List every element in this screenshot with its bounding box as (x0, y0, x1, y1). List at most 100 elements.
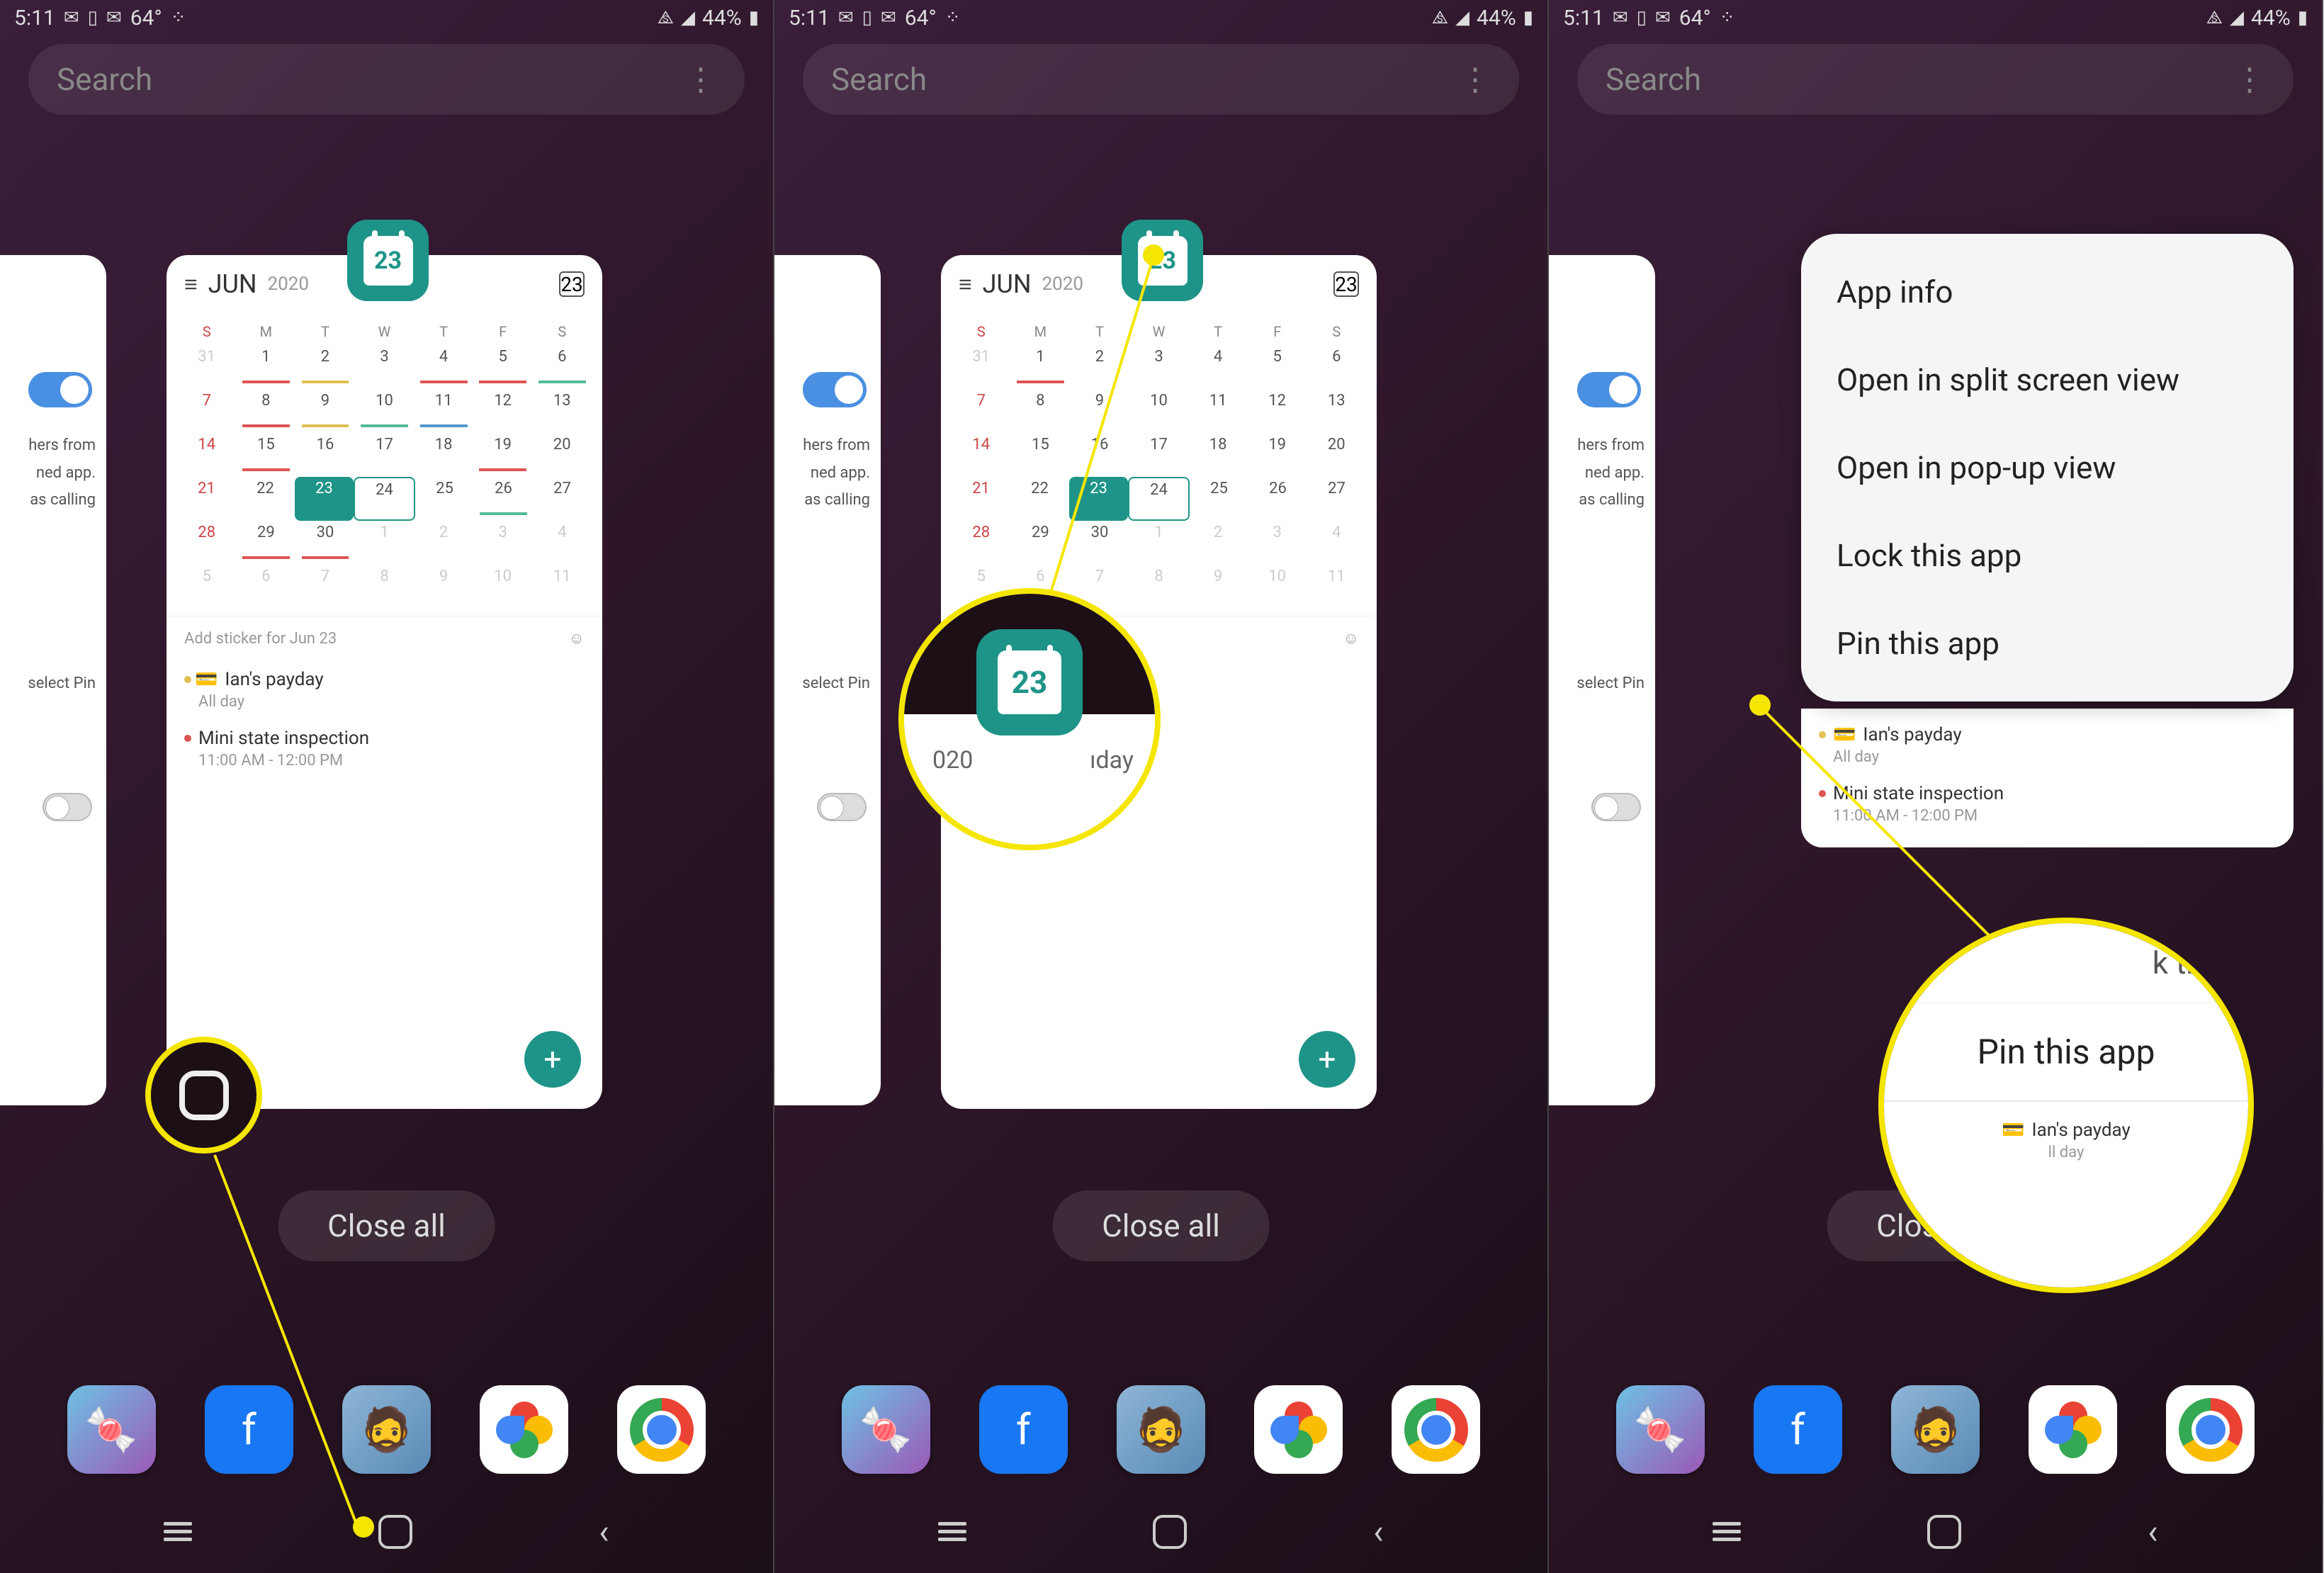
today-icon[interactable]: 23 (559, 271, 585, 297)
cal-cell-today[interactable]: 23 (295, 477, 354, 521)
sticker-hint[interactable]: Add sticker for Jun 23☺ (941, 616, 1377, 660)
more-options-icon[interactable]: ⋮ (685, 61, 716, 98)
nav-home-button[interactable] (378, 1515, 412, 1549)
close-all-button[interactable]: Close all (278, 1190, 495, 1261)
cal-cell[interactable]: 7 (177, 389, 237, 433)
cal-cell[interactable]: 7 (295, 565, 355, 609)
menu-popup-view[interactable]: Open in pop-up view (1801, 424, 2294, 512)
dock-app-photos[interactable] (480, 1385, 568, 1474)
close-all-button[interactable]: Close all (1827, 1190, 2044, 1261)
calendar-recent-card[interactable]: ≡ JUN 2020 23 S M T W T F S 31123456 789… (941, 255, 1377, 1109)
cal-cell[interactable]: 31 (177, 345, 237, 389)
calendar-card-peek[interactable]: 💳Ian's payday All day Mini state inspect… (1801, 709, 2294, 847)
menu-app-info[interactable]: App info (1801, 248, 2294, 336)
calendar-recent-card[interactable]: ≡ JUN 2020 23 S M T W T F S 31 1 2 (167, 255, 602, 1109)
cal-cell[interactable]: 18 (414, 433, 473, 477)
dock-app-game2[interactable]: 🧔 (1891, 1385, 1980, 1474)
dock-app-chrome[interactable] (617, 1385, 706, 1474)
event-item[interactable]: Mini state inspection 11:00 AM - 12:00 P… (941, 719, 1377, 778)
cal-cell[interactable]: 8 (237, 389, 296, 433)
dock-app-game[interactable]: 🍬 (842, 1385, 930, 1474)
cal-cell[interactable]: 3 (473, 521, 533, 565)
event-item[interactable]: 💳Ian's payday All day (167, 660, 602, 719)
menu-split-screen[interactable]: Open in split screen view (1801, 336, 2294, 424)
nav-home-button[interactable] (1927, 1515, 1961, 1549)
calendar-app-icon[interactable]: 23 (347, 220, 429, 301)
recents-carousel[interactable]: hers from ned app. as calling select Pin… (774, 220, 1547, 1162)
cal-cell[interactable]: 5 (177, 565, 237, 609)
dock-app-game[interactable]: 🍬 (1616, 1385, 1705, 1474)
cal-cell[interactable]: 5 (473, 345, 533, 389)
cal-cell[interactable]: 4 (532, 521, 592, 565)
event-item[interactable]: Mini state inspection 11:00 AM - 12:00 P… (167, 719, 602, 778)
nav-recents-button[interactable] (1713, 1522, 1741, 1541)
cal-cell[interactable]: 25 (415, 477, 474, 521)
cal-cell[interactable]: 13 (532, 389, 592, 433)
cal-cell[interactable]: 6 (237, 565, 296, 609)
nav-back-button[interactable]: ‹ (1373, 1511, 1383, 1552)
cal-cell[interactable]: 24 (354, 477, 415, 521)
cal-cell[interactable]: 29 (237, 521, 296, 565)
cal-cell[interactable]: 1 (237, 345, 296, 389)
event-item[interactable]: 💳Ian's payday All day (941, 660, 1377, 719)
dock-app-photos[interactable] (2029, 1385, 2117, 1474)
today-icon[interactable]: 23 (1333, 271, 1359, 297)
cal-cell[interactable]: 12 (473, 389, 533, 433)
hamburger-icon[interactable]: ≡ (184, 271, 198, 298)
cal-cell[interactable]: 9 (295, 389, 355, 433)
cal-cell[interactable]: 28 (177, 521, 237, 565)
dock-app-facebook[interactable]: f (979, 1385, 1068, 1474)
toggle-on[interactable] (28, 372, 92, 407)
dock-app-photos[interactable] (1254, 1385, 1343, 1474)
toggle-on[interactable] (803, 372, 867, 407)
cal-cell[interactable]: 4 (414, 345, 473, 389)
add-event-fab[interactable]: + (524, 1031, 581, 1088)
dock-app-game2[interactable]: 🧔 (342, 1385, 431, 1474)
dock-app-facebook[interactable]: f (205, 1385, 293, 1474)
peek-card-settings[interactable]: hers from ned app. as calling select Pin (774, 255, 881, 1105)
cal-cell[interactable]: 10 (473, 565, 533, 609)
more-options-icon[interactable]: ⋮ (1460, 61, 1491, 98)
peek-card-settings[interactable]: hers from ned app. as calling select Pin (0, 255, 106, 1105)
peek-card-settings[interactable]: hers from ned app. as calling select Pin (1549, 255, 1655, 1105)
hamburger-icon[interactable]: ≡ (959, 271, 972, 298)
recents-search[interactable]: Search ⋮ (28, 44, 745, 115)
cal-cell[interactable]: 16 (295, 433, 355, 477)
nav-back-button[interactable]: ‹ (2148, 1511, 2157, 1552)
cal-cell[interactable]: 2 (414, 521, 473, 565)
menu-pin-app[interactable]: Pin this app (1801, 599, 2294, 687)
dock-app-chrome[interactable] (1392, 1385, 1480, 1474)
menu-lock-app[interactable]: Lock this app (1801, 512, 2294, 599)
dock-app-chrome[interactable] (2166, 1385, 2255, 1474)
event-item[interactable]: 💳Ian's payday All day (1801, 716, 2294, 774)
cal-cell[interactable]: 10 (355, 389, 414, 433)
cal-cell[interactable]: 15 (237, 433, 296, 477)
cal-cell[interactable]: 1 (355, 521, 414, 565)
sticker-icon[interactable]: ☺ (569, 629, 585, 648)
dock-app-facebook[interactable]: f (1754, 1385, 1842, 1474)
cal-cell[interactable]: 11 (532, 565, 592, 609)
nav-home-button[interactable] (1153, 1515, 1187, 1549)
cal-cell[interactable]: 21 (177, 477, 236, 521)
toggle-on[interactable] (1577, 372, 1641, 407)
cal-cell[interactable]: 8 (355, 565, 414, 609)
cal-cell[interactable]: 19 (473, 433, 533, 477)
cal-cell[interactable]: 27 (533, 477, 592, 521)
recents-carousel[interactable]: hers from ned app. as calling select Pin… (0, 220, 773, 1162)
dock-app-game2[interactable]: 🧔 (1117, 1385, 1205, 1474)
add-event-fab[interactable]: + (1299, 1031, 1355, 1088)
cal-cell[interactable]: 3 (355, 345, 414, 389)
more-options-icon[interactable]: ⋮ (2234, 61, 2265, 98)
cal-cell[interactable]: 26 (474, 477, 533, 521)
nav-recents-button[interactable] (938, 1522, 966, 1541)
nav-back-button[interactable]: ‹ (599, 1511, 609, 1552)
toggle-off[interactable] (1591, 793, 1641, 821)
event-item[interactable]: Mini state inspection 11:00 AM - 12:00 P… (1801, 774, 2294, 833)
nav-recents-button[interactable] (164, 1522, 192, 1541)
cal-cell[interactable]: 30 (295, 521, 355, 565)
cal-cell[interactable]: 2 (295, 345, 355, 389)
close-all-button[interactable]: Close all (1052, 1190, 1270, 1261)
cal-cell[interactable]: 9 (414, 565, 473, 609)
toggle-off[interactable] (817, 793, 867, 821)
toggle-off[interactable] (43, 793, 92, 821)
